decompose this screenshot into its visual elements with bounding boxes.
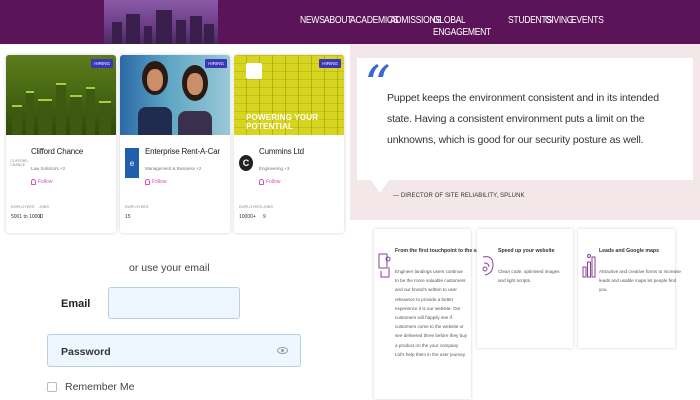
feature-title: Speed up your website	[498, 248, 555, 254]
jobs-value: 9	[263, 214, 266, 220]
or-use-email-text: or use your email	[129, 262, 210, 274]
bell-icon	[31, 179, 36, 185]
remember-me-row[interactable]: Remember Me	[47, 381, 134, 393]
touchpoint-icon	[378, 253, 391, 278]
hiring-badge: HIRING	[319, 59, 341, 68]
feature-description: Attractive and creative forms to increas…	[599, 269, 681, 293]
feature-card-speed: Speed up your website Clean code, optimi…	[477, 229, 573, 348]
photo-caption: POWERING YOUR POTENTIAL	[246, 113, 319, 131]
remember-me-checkbox[interactable]	[47, 382, 57, 392]
top-navigation-bar: NEWS ABOUT ACADEMICS ADMISSIONS GLOBAL E…	[0, 0, 700, 44]
quote-pointer	[370, 179, 390, 193]
email-field[interactable]	[108, 287, 240, 319]
company-logo: CLIFFORD CHANCE	[10, 159, 28, 167]
feature-title: Leads and Google maps	[599, 248, 659, 254]
banner-image	[104, 0, 218, 44]
email-label: Email	[61, 298, 91, 310]
jobs-label: JOBS	[263, 205, 273, 209]
company-name[interactable]: Cummins Ltd	[259, 147, 304, 156]
bell-icon	[259, 179, 264, 185]
nav-item-news[interactable]: NEWS	[300, 14, 325, 38]
company-card-clifford-chance[interactable]: HIRING CLIFFORD CHANCE Clifford Chance L…	[6, 55, 116, 233]
hiring-badge: HIRING	[205, 59, 227, 68]
jobs-label: JOBS	[39, 205, 49, 209]
feature-card-touchpoint: From the first touchpoint to the sale En…	[374, 229, 484, 399]
follow-button[interactable]: Follow	[145, 179, 166, 185]
bell-icon	[145, 179, 150, 185]
company-card-cummins[interactable]: POWERING YOUR POTENTIAL HIRING C Cummins…	[234, 55, 344, 233]
employees-label: EMPLOYEES	[11, 205, 35, 209]
follow-label: Follow	[38, 179, 53, 185]
feature-title: From the first touchpoint to the sale	[395, 248, 484, 254]
jobs-value: 15	[125, 214, 131, 220]
jobs-value: 1	[39, 214, 42, 220]
feature-description: Engineer landings users continue to be t…	[395, 269, 468, 357]
employees-label: EMPLOYEES	[125, 205, 149, 209]
page: NEWS ABOUT ACADEMICS ADMISSIONS GLOBAL E…	[0, 0, 700, 400]
show-password-eye-icon[interactable]	[277, 347, 288, 354]
main-nav: NEWS ABOUT ACADEMICS ADMISSIONS GLOBAL E…	[300, 14, 604, 38]
password-field[interactable]: Password	[47, 334, 301, 367]
company-name[interactable]: Enterprise Rent-A-Car	[145, 147, 220, 156]
company-logo: C	[239, 155, 253, 171]
speed-icon	[482, 256, 494, 276]
remember-me-label: Remember Me	[65, 381, 135, 393]
nav-item-academics[interactable]: ACADEMICS	[350, 14, 399, 38]
follow-label: Follow	[152, 179, 167, 185]
nav-item-events[interactable]: EVENTS	[571, 14, 604, 38]
hiring-badge: HIRING	[91, 59, 113, 68]
password-placeholder: Password	[61, 346, 111, 358]
company-card-enterprise[interactable]: HIRING e Enterprise Rent-A-Car Managemen…	[120, 55, 230, 233]
company-category: Law Solicitors +2	[31, 166, 66, 171]
employees-label: EMPLOYEES	[239, 205, 263, 209]
nav-item-global-engagement[interactable]: GLOBAL ENGAGEMENT	[433, 14, 491, 38]
nav-item-students[interactable]: STUDENTS	[508, 14, 552, 38]
company-logo: e	[125, 148, 139, 178]
nav-item-giving[interactable]: GIVING	[545, 14, 574, 38]
nav-item-about[interactable]: ABOUT	[324, 14, 352, 38]
follow-button[interactable]: Follow	[31, 179, 52, 185]
nav-item-admissions[interactable]: ADMISSIONS	[390, 14, 441, 38]
company-category: Engineering +3	[259, 166, 290, 171]
company-category: Management & Business +2	[145, 166, 202, 171]
quote-attribution: — DIRECTOR OF SITE RELIABILITY, SPLUNK	[393, 193, 525, 199]
quote-text: Puppet keeps the environment consistent …	[387, 92, 659, 146]
company-name[interactable]: Clifford Chance	[31, 147, 83, 156]
leads-chart-icon	[582, 254, 596, 278]
feature-description: Clean code, optimised images and light s…	[498, 269, 560, 284]
follow-label: Follow	[266, 179, 281, 185]
employees-value: 10000+	[239, 214, 256, 220]
feature-card-leads: Leads and Google maps Attractive and cre…	[578, 229, 681, 348]
follow-button[interactable]: Follow	[259, 179, 280, 185]
